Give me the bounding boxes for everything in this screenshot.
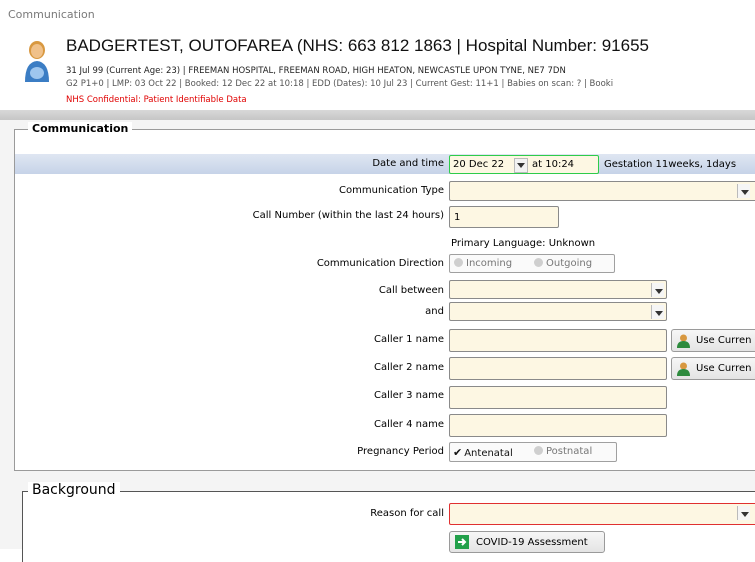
pregnancy-period-group: ✔ Antenatal Postnatal bbox=[449, 442, 617, 462]
date-time-label: Date and time bbox=[372, 158, 444, 169]
call-number-input[interactable]: 1 bbox=[449, 206, 559, 228]
call-between-select[interactable] bbox=[449, 280, 667, 299]
call-between-label: Call between bbox=[378, 285, 444, 296]
caller3-label: Caller 3 name bbox=[373, 390, 444, 401]
checkmark-icon: ✔ bbox=[453, 446, 463, 459]
caller4-label: Caller 4 name bbox=[373, 419, 444, 430]
radio-icon bbox=[534, 446, 543, 455]
covid-assessment-button[interactable]: COVID-19 Assessment bbox=[449, 531, 605, 553]
direction-incoming-option[interactable]: Incoming bbox=[450, 258, 512, 269]
communication-legend: Communication bbox=[28, 122, 133, 135]
direction-label: Communication Direction bbox=[316, 258, 444, 269]
reason-for-call-select[interactable] bbox=[449, 503, 755, 525]
primary-language-text: Primary Language: Unknown bbox=[451, 238, 596, 249]
background-group bbox=[22, 491, 755, 562]
confidential-notice: NHS Confidential: Patient Identifiable D… bbox=[66, 95, 247, 105]
radio-icon bbox=[454, 258, 463, 267]
caller1-label: Caller 1 name bbox=[373, 334, 444, 345]
date-time-field: 20 Dec 22 at 10:24 bbox=[449, 155, 599, 174]
patient-details: 31 Jul 99 (Current Age: 23) | FREEMAN HO… bbox=[66, 66, 566, 76]
pregnancy-summary: G2 P1+0 | LMP: 03 Oct 22 | Booked: 12 De… bbox=[66, 79, 614, 89]
pregnancy-period-label: Pregnancy Period bbox=[357, 446, 444, 457]
chevron-down-icon bbox=[737, 184, 750, 198]
caller4-input[interactable] bbox=[449, 414, 667, 437]
window-title: Communication bbox=[8, 8, 95, 21]
direction-outgoing-option[interactable]: Outgoing bbox=[530, 258, 592, 269]
pregnancy-antenatal-option[interactable]: ✔ Antenatal bbox=[450, 446, 513, 459]
call-and-select[interactable] bbox=[449, 302, 667, 321]
and-label: and bbox=[425, 306, 444, 317]
communication-type-select[interactable] bbox=[449, 181, 755, 201]
caller2-label: Caller 2 name bbox=[373, 362, 444, 373]
direction-radio-group: Incoming Outgoing bbox=[449, 254, 615, 273]
caller2-input[interactable] bbox=[449, 357, 667, 380]
background-legend: Background bbox=[28, 482, 120, 498]
time-value[interactable]: at 10:24 bbox=[532, 159, 574, 170]
banner-divider bbox=[0, 110, 755, 120]
caller3-input[interactable] bbox=[449, 386, 667, 409]
chevron-down-icon bbox=[517, 163, 525, 168]
patient-person-icon bbox=[25, 41, 49, 82]
date-value[interactable]: 20 Dec 22 bbox=[453, 159, 504, 170]
chevron-down-icon bbox=[651, 305, 664, 319]
caller2-use-current-button[interactable]: Use Curren bbox=[671, 357, 755, 380]
gestation-text: Gestation 11weeks, 1days bbox=[604, 159, 737, 170]
arrow-right-icon bbox=[455, 535, 469, 549]
caller1-input[interactable] bbox=[449, 329, 667, 352]
chevron-down-icon bbox=[737, 506, 750, 520]
call-number-label: Call Number (within the last 24 hours) bbox=[252, 210, 444, 221]
communication-type-label: Communication Type bbox=[339, 185, 444, 196]
reason-for-call-label: Reason for call bbox=[370, 508, 444, 519]
caller1-use-current-button[interactable]: Use Curren bbox=[671, 329, 755, 352]
chevron-down-icon bbox=[651, 283, 664, 297]
user-icon bbox=[677, 362, 690, 376]
user-icon bbox=[677, 334, 690, 348]
pregnancy-postnatal-option[interactable]: Postnatal bbox=[530, 446, 592, 457]
patient-name: BADGERTEST, OUTOFAREA (NHS: 663 812 1863… bbox=[66, 36, 649, 55]
radio-icon bbox=[534, 258, 543, 267]
